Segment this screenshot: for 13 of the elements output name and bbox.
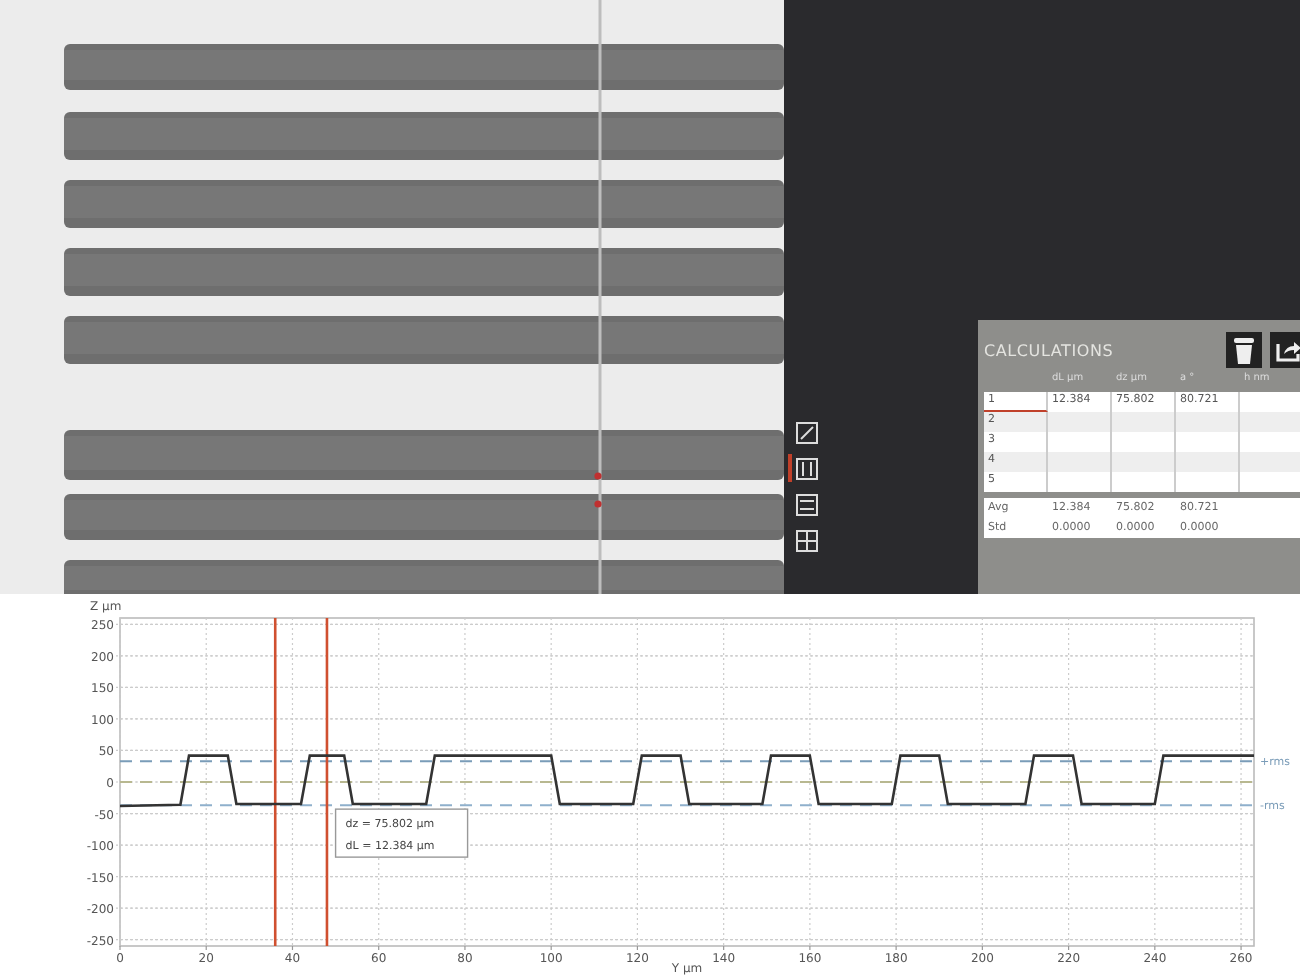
- measurement-box: [334, 808, 469, 858]
- vertical-lines-icon: [795, 457, 817, 479]
- export-icon: [1275, 338, 1300, 362]
- diagonal-line-icon: [795, 421, 817, 443]
- delete-button[interactable]: [1226, 332, 1262, 368]
- trash-icon: [1234, 337, 1254, 363]
- grid-icon: [795, 529, 817, 551]
- panel-title: CALCULATIONS: [984, 341, 1116, 359]
- export-button[interactable]: [1270, 332, 1300, 368]
- tool-button[interactable]: [788, 454, 820, 482]
- cursor-line[interactable]: [273, 618, 277, 946]
- cursor-line[interactable]: [325, 618, 329, 946]
- horizontal-lines-icon: [795, 493, 817, 515]
